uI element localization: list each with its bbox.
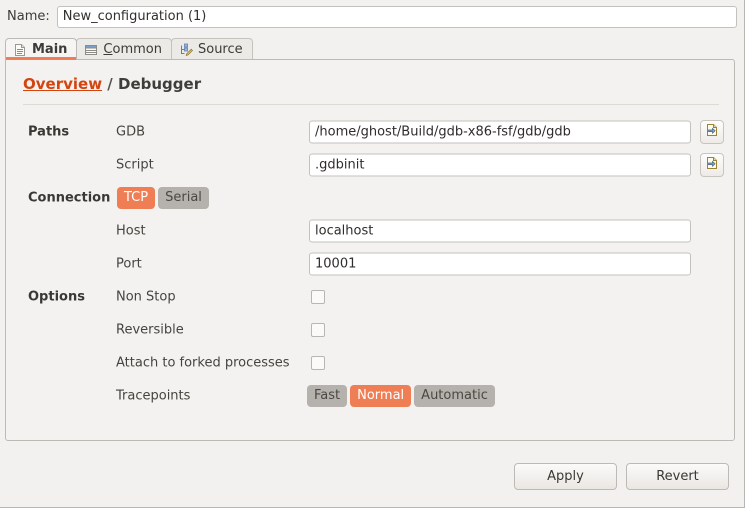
row-reversible: Reversible (6, 313, 736, 346)
tab-source[interactable]: Source (170, 38, 253, 60)
main-settings-panel: Overview / Debugger Paths GDB /home/ghos… (5, 59, 735, 441)
tab-bar: Main Common Source (5, 38, 740, 60)
configuration-name-row: Name: (0, 0, 745, 33)
breadcrumb-separator: / (107, 75, 113, 93)
connection-mode-segmented: TCP Serial (117, 186, 209, 209)
row-script-path: Script (6, 148, 736, 181)
tracepoints-normal[interactable]: Normal (350, 384, 412, 407)
source-edit-icon (179, 43, 193, 57)
browse-file-icon (705, 123, 719, 140)
document-icon (13, 43, 27, 57)
label-reversible: Reversible (116, 322, 184, 337)
apply-button[interactable]: Apply (514, 463, 617, 490)
label-tracepoints: Tracepoints (116, 388, 191, 403)
revert-button[interactable]: Revert (626, 463, 729, 490)
row-tracepoints: Tracepoints Fast Normal Automatic (6, 379, 736, 412)
label-attach-forked: Attach to forked processes (116, 355, 290, 370)
row-host: Host (6, 214, 736, 247)
group-label-paths: Paths (28, 124, 70, 139)
tab-source-label: Source (197, 42, 243, 57)
label-host: Host (116, 223, 146, 238)
port-input[interactable] (309, 252, 691, 275)
row-port: Port (6, 247, 736, 280)
checkbox-attach-forked[interactable] (311, 355, 325, 370)
row-non-stop: Options Non Stop (6, 280, 736, 313)
name-label: Name: (7, 9, 50, 24)
label-port: Port (116, 256, 142, 271)
browse-file-icon (705, 156, 719, 173)
table-icon (84, 43, 98, 57)
gdb-browse-button[interactable] (700, 119, 724, 144)
dialog-footer: Apply Revert (0, 452, 745, 502)
tracepoints-automatic[interactable]: Automatic (414, 384, 495, 407)
settings-form: Paths GDB Script (6, 115, 736, 412)
gdb-path-input[interactable] (309, 120, 691, 143)
configuration-name-input[interactable] (56, 5, 737, 28)
group-label-options: Options (28, 289, 85, 304)
script-path-input[interactable] (309, 153, 691, 176)
checkbox-reversible[interactable] (311, 322, 325, 337)
row-gdb-path: Paths GDB (6, 115, 736, 148)
tracepoints-fast[interactable]: Fast (307, 384, 348, 407)
tab-common-label: Common (103, 42, 162, 57)
label-script: Script (116, 157, 154, 172)
label-non-stop: Non Stop (116, 289, 176, 304)
connection-mode-serial[interactable]: Serial (158, 186, 209, 209)
breadcrumb-overview-link[interactable]: Overview (23, 75, 102, 93)
label-gdb: GDB (116, 124, 146, 139)
group-label-connection: Connection (28, 190, 111, 205)
row-attach-forked: Attach to forked processes (6, 346, 736, 379)
breadcrumb-current: Debugger (118, 75, 202, 93)
tab-main-label: Main (32, 42, 68, 57)
script-browse-button[interactable] (700, 152, 724, 177)
row-connection-mode: Connection TCP Serial (6, 181, 736, 214)
breadcrumb: Overview / Debugger (23, 75, 201, 93)
tracepoints-segmented: Fast Normal Automatic (307, 384, 495, 407)
host-input[interactable] (309, 219, 691, 242)
header-divider (23, 104, 719, 105)
launch-configuration-window: Name: Main (0, 0, 745, 508)
checkbox-non-stop[interactable] (311, 289, 325, 304)
tab-main[interactable]: Main (5, 38, 78, 60)
connection-mode-tcp[interactable]: TCP (117, 186, 156, 209)
tab-common[interactable]: Common (76, 38, 172, 60)
